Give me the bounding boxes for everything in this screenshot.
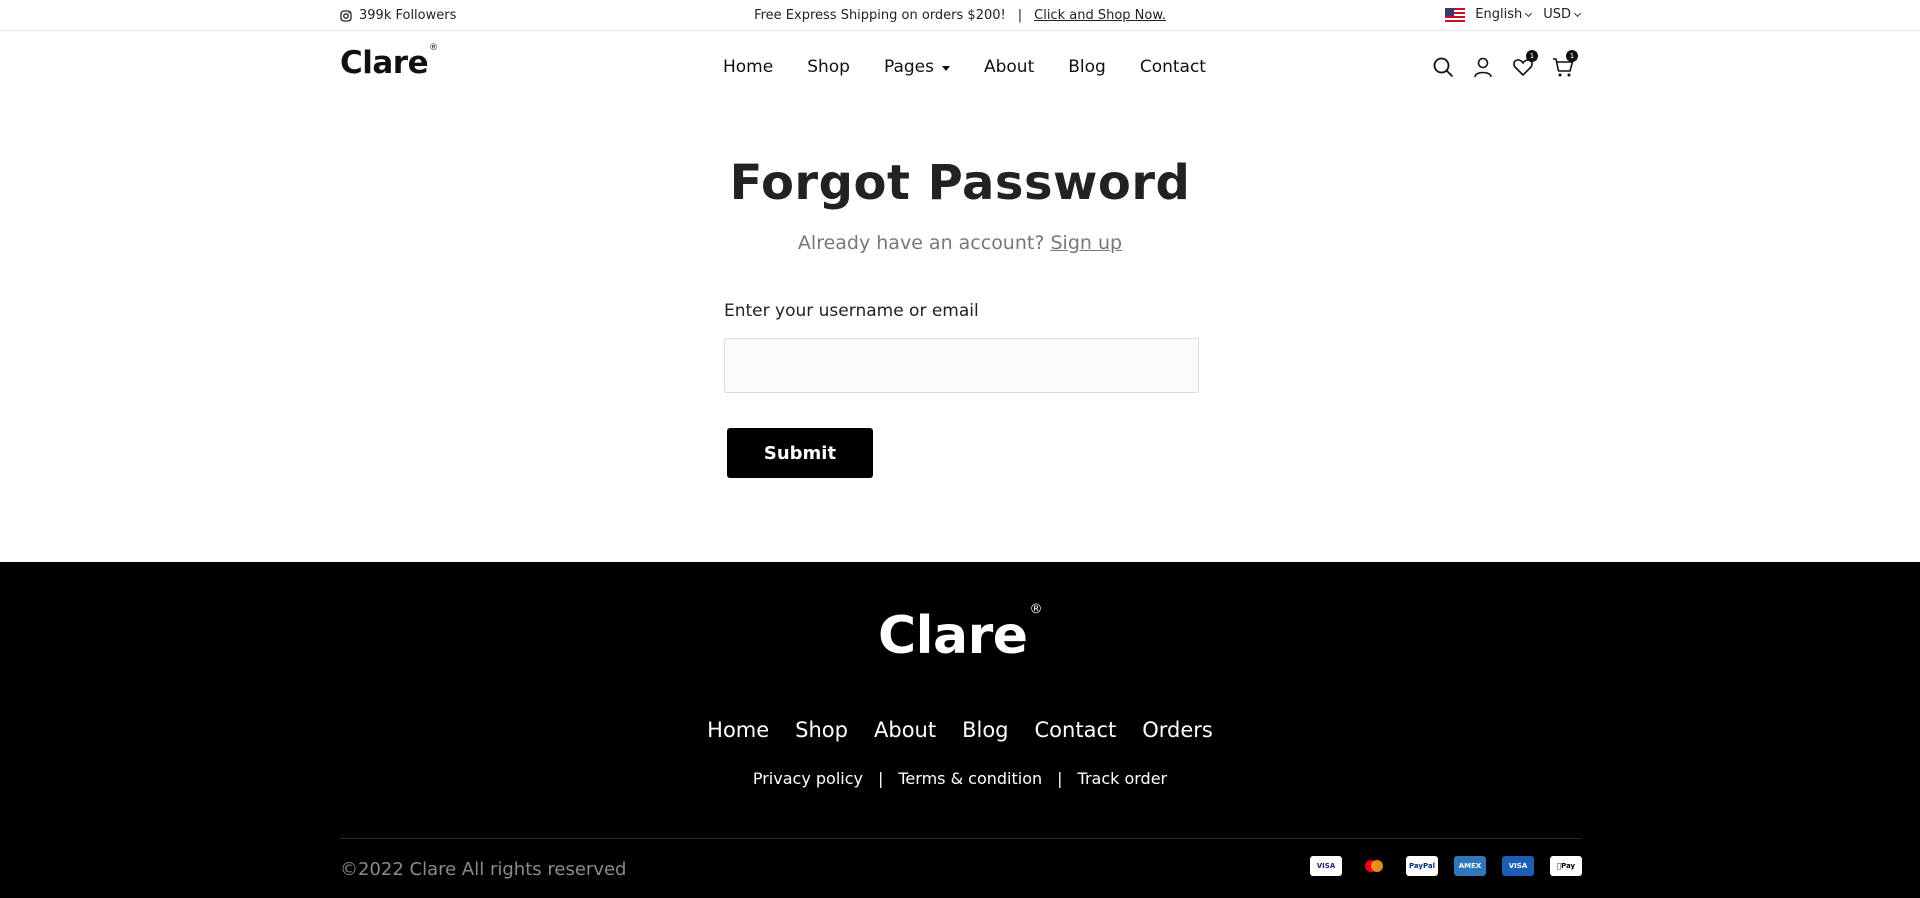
username-email-input[interactable] [724,338,1199,393]
footer-logo-mark: ® [1029,601,1043,617]
language-dropdown[interactable]: English [1475,7,1533,22]
wishlist-button[interactable]: 1 [1512,50,1538,78]
nav-pages-label: Pages [883,57,934,77]
site-header: Clare® Home Shop Pages About Blog Contac… [0,32,1920,102]
header-icons: 1 1 [1414,50,1578,78]
cart-button[interactable]: 1 [1552,50,1578,78]
nav-home[interactable]: Home [723,57,773,77]
caret-down-icon [941,65,950,71]
apple-pay-label: Pay [1558,862,1575,870]
chevron-down-icon [1525,9,1533,17]
footer-legal-links: Privacy policy | Terms & condition | Tra… [0,769,1920,788]
track-order-link[interactable]: Track order [1078,769,1168,788]
amex-icon: AMEX [1454,856,1486,876]
signup-link[interactable]: Sign up [1050,232,1122,254]
currency-dropdown[interactable]: USD [1543,7,1582,22]
logo-mark: ® [429,42,438,53]
cart-count-badge: 1 [1566,50,1578,62]
site-footer: Clare ® Home Shop About Blog Contact Orde… [0,562,1920,898]
submit-button[interactable]: Submit [727,428,873,478]
logo-text: Clare [340,45,429,81]
language-label: English [1475,7,1523,22]
shop-now-link[interactable]: Click and Shop Now. [1034,8,1166,23]
footer-nav-contact[interactable]: Contact [1035,718,1117,742]
signup-prompt: Already have an account? Sign up [0,232,1920,254]
promo-banner: Free Express Shipping on orders $200! | Cl… [0,8,1920,23]
search-icon [1433,57,1453,77]
nav-shop[interactable]: Shop [807,57,850,77]
footer-nav: Home Shop About Blog Contact Orders [0,718,1920,742]
payment-methods: VISA PayPal AMEX VISA Pay [1294,856,1582,876]
user-icon [1474,57,1492,78]
page-title: Forgot Password [729,155,1191,211]
promo-separator: | [1017,8,1023,23]
chevron-down-icon [1573,9,1582,17]
footer-nav-home[interactable]: Home [707,718,769,742]
terms-link[interactable]: Terms & condition [898,769,1042,788]
footer-nav-blog[interactable]: Blog [962,718,1008,742]
mastercard-icon [1358,856,1390,876]
nav-contact[interactable]: Contact [1140,57,1206,77]
footer-logo[interactable]: Clare ® [0,602,1920,666]
promo-text: Free Express Shipping on orders $200! [754,8,1006,23]
footer-logo-text: Clare [878,606,1028,666]
visa-card-icon: VISA [1310,856,1342,876]
search-button[interactable] [1432,56,1454,78]
footer-nav-about[interactable]: About [874,718,936,742]
nav-about[interactable]: About [984,57,1034,77]
footer-nav-shop[interactable]: Shop [795,718,848,742]
us-flag-icon [1445,7,1466,22]
copyright: ©2022 Clare All rights reserved [340,859,627,880]
paypal-icon: PayPal [1406,856,1438,876]
link-separator: | [1057,769,1063,788]
locale-controls: English USD [1445,7,1582,22]
nav-blog[interactable]: Blog [1068,57,1106,77]
account-button[interactable] [1472,56,1494,78]
site-logo[interactable]: Clare® [340,42,438,81]
main-nav: Home Shop Pages About Blog Contact [723,57,1206,77]
privacy-policy-link[interactable]: Privacy policy [753,769,863,788]
footer-divider [340,838,1582,839]
apple-pay-icon: Pay [1550,856,1582,876]
currency-label: USD [1543,7,1571,22]
nav-pages[interactable]: Pages [884,57,950,77]
top-bar: 399k Followers Free Express Shipping on … [0,0,1920,31]
footer-nav-orders[interactable]: Orders [1142,718,1213,742]
wishlist-count-badge: 1 [1526,50,1538,62]
visa-electron-icon: VISA [1502,856,1534,876]
signup-prompt-text: Already have an account? [797,232,1045,254]
email-field-label: Enter your username or email [724,301,979,321]
link-separator: | [877,769,884,788]
